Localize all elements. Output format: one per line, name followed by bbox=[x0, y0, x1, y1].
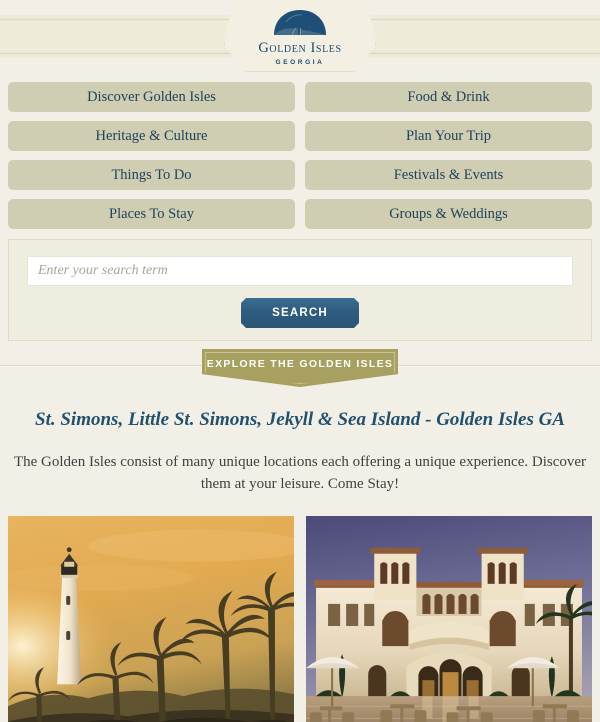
explore-tab-row: EXPLORE THE GOLDEN ISLES bbox=[0, 349, 600, 387]
site-header: Golden Isles GEORGIA bbox=[0, 0, 600, 75]
tile-resort-dusk[interactable] bbox=[306, 516, 592, 722]
explore-the-golden-isles-tab[interactable]: EXPLORE THE GOLDEN ISLES bbox=[202, 349, 398, 387]
feature-image-grid bbox=[0, 516, 600, 722]
nav-label: Groups & Weddings bbox=[389, 205, 508, 222]
nav-label: Places To Stay bbox=[109, 205, 194, 222]
nav-label: Festivals & Events bbox=[393, 166, 504, 183]
tile-lighthouse-sunset[interactable] bbox=[8, 516, 294, 722]
resort-dusk-image bbox=[306, 516, 592, 722]
nav-label: Food & Drink bbox=[407, 88, 490, 105]
nav-label: Discover Golden Isles bbox=[87, 88, 216, 105]
nav-heritage-and-culture[interactable]: Heritage & Culture bbox=[8, 121, 295, 151]
nav-plan-your-trip[interactable]: Plan Your Trip bbox=[305, 121, 592, 151]
nav-places-to-stay[interactable]: Places To Stay bbox=[8, 199, 295, 229]
nav-festivals-and-events[interactable]: Festivals & Events bbox=[305, 160, 592, 190]
nav-label: Plan Your Trip bbox=[405, 127, 492, 144]
search-panel: SEARCH bbox=[8, 239, 592, 341]
nav-things-to-do[interactable]: Things To Do bbox=[8, 160, 295, 190]
oak-tree-icon bbox=[272, 8, 328, 39]
logo-state-label: GEORGIA bbox=[275, 59, 325, 66]
search-button-row: SEARCH bbox=[27, 298, 573, 328]
lighthouse-sunset-image bbox=[8, 516, 294, 722]
nav-label: Heritage & Culture bbox=[95, 127, 208, 144]
primary-navigation: Discover Golden Isles Food & Drink Herit… bbox=[0, 75, 600, 229]
search-button[interactable]: SEARCH bbox=[241, 298, 359, 328]
page-title: St. Simons, Little St. Simons, Jekyll & … bbox=[35, 409, 565, 430]
site-logo[interactable]: Golden Isles GEORGIA bbox=[224, 0, 376, 72]
logo-wordmark: Golden Isles bbox=[258, 40, 342, 56]
nav-groups-and-weddings[interactable]: Groups & Weddings bbox=[305, 199, 592, 229]
intro-paragraph: The Golden Isles consist of many unique … bbox=[13, 454, 587, 492]
explore-tab-label: EXPLORE THE GOLDEN ISLES bbox=[206, 358, 394, 370]
nav-label: Things To Do bbox=[111, 166, 192, 183]
nav-discover-golden-isles[interactable]: Discover Golden Isles bbox=[8, 82, 295, 112]
nav-food-and-drink[interactable]: Food & Drink bbox=[305, 82, 592, 112]
search-input[interactable] bbox=[27, 256, 573, 286]
